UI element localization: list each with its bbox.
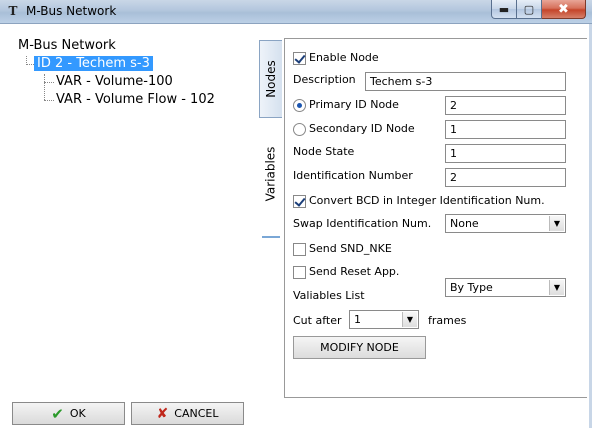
- minimize-button[interactable]: ▬: [491, 0, 517, 19]
- enable-node-checkbox[interactable]: [293, 52, 306, 65]
- chevron-down-icon: ▼: [549, 216, 564, 231]
- swap-identification-label: Swap Identification Num.: [293, 217, 432, 230]
- frames-label: frames: [428, 314, 467, 327]
- cross-icon: ✘: [156, 405, 169, 422]
- tree-item-volume-flow[interactable]: VAR - Volume Flow - 102: [56, 92, 215, 107]
- window-title: M-Bus Network: [26, 4, 117, 18]
- cut-after-select[interactable]: 1 ▼: [349, 310, 419, 329]
- minimize-icon: ▬: [498, 2, 510, 16]
- send-reset-app-checkbox[interactable]: [293, 266, 306, 279]
- enable-node-label: Enable Node: [309, 51, 379, 64]
- cancel-button[interactable]: ✘ CANCEL: [131, 402, 244, 425]
- description-label: Description: [293, 73, 356, 86]
- variables-list-label: Valiables List: [293, 289, 365, 302]
- swap-identification-select[interactable]: None ▼: [445, 214, 566, 233]
- convert-bcd-checkbox[interactable]: [293, 195, 306, 208]
- tree-root[interactable]: M-Bus Network: [18, 38, 116, 53]
- node-state-label: Node State: [293, 145, 355, 158]
- close-button[interactable]: ✖: [542, 0, 586, 19]
- modify-node-button[interactable]: MODIFY NODE: [293, 336, 426, 359]
- node-state-field[interactable]: 1: [445, 144, 566, 163]
- tree-item-volume[interactable]: VAR - Volume-100: [56, 74, 173, 89]
- cancel-label: CANCEL: [174, 407, 219, 420]
- tab-variables[interactable]: Variables: [259, 118, 282, 230]
- cut-after-value: 1: [354, 313, 361, 326]
- app-icon: T: [8, 4, 18, 18]
- primary-id-label: Primary ID Node: [309, 98, 399, 111]
- window-controls: ▬ ▢ ✖: [491, 0, 586, 19]
- send-reset-app-label: Send Reset App.: [309, 265, 400, 278]
- maximize-icon: ▢: [523, 2, 535, 16]
- tree-node-selected[interactable]: ID 2 - Techem s-3: [34, 56, 153, 71]
- tree-connector: [44, 100, 54, 101]
- description-field[interactable]: Techem s-3: [365, 72, 566, 91]
- convert-bcd-label: Convert BCD in Integer Identification Nu…: [309, 194, 545, 207]
- primary-id-field[interactable]: 2: [445, 96, 566, 115]
- send-snd-nke-checkbox[interactable]: [293, 243, 306, 256]
- identification-number-label: Identification Number: [293, 169, 413, 182]
- swap-identification-value: None: [450, 217, 479, 230]
- tree-connector: [44, 74, 45, 100]
- ok-button[interactable]: ✔ OK: [12, 402, 125, 425]
- close-icon: ✖: [558, 1, 569, 17]
- vertical-tabs: Nodes Variables: [257, 32, 283, 402]
- chevron-down-icon: ▼: [402, 312, 417, 327]
- send-snd-nke-label: Send SND_NKE: [309, 242, 392, 255]
- secondary-id-radio[interactable]: [293, 123, 306, 136]
- tree-panel: M-Bus Network ID 2 - Techem s-3 VAR - Vo…: [6, 32, 257, 394]
- identification-number-field[interactable]: 2: [445, 168, 566, 187]
- tab-variables-label: Variables: [263, 146, 278, 202]
- cut-after-label: Cut after: [293, 314, 342, 327]
- primary-id-radio[interactable]: [293, 99, 306, 112]
- node-form: Enable Node Description Techem s-3 Prima…: [284, 38, 587, 398]
- check-icon: ✔: [51, 404, 64, 423]
- secondary-id-label: Secondary ID Node: [309, 122, 415, 135]
- ok-label: OK: [69, 407, 86, 420]
- maximize-button[interactable]: ▢: [517, 0, 542, 19]
- tab-nodes[interactable]: Nodes: [259, 40, 282, 118]
- tree-connector: [44, 82, 54, 83]
- chevron-down-icon: ▼: [549, 280, 564, 295]
- tab-nodes-label: Nodes: [264, 60, 279, 98]
- secondary-id-field[interactable]: 1: [445, 120, 566, 139]
- variables-list-select[interactable]: By Type ▼: [445, 278, 566, 297]
- variables-list-value: By Type: [450, 281, 493, 294]
- title-bar: T M-Bus Network ▬ ▢ ✖: [0, 0, 592, 24]
- tab-indicator: [262, 236, 280, 238]
